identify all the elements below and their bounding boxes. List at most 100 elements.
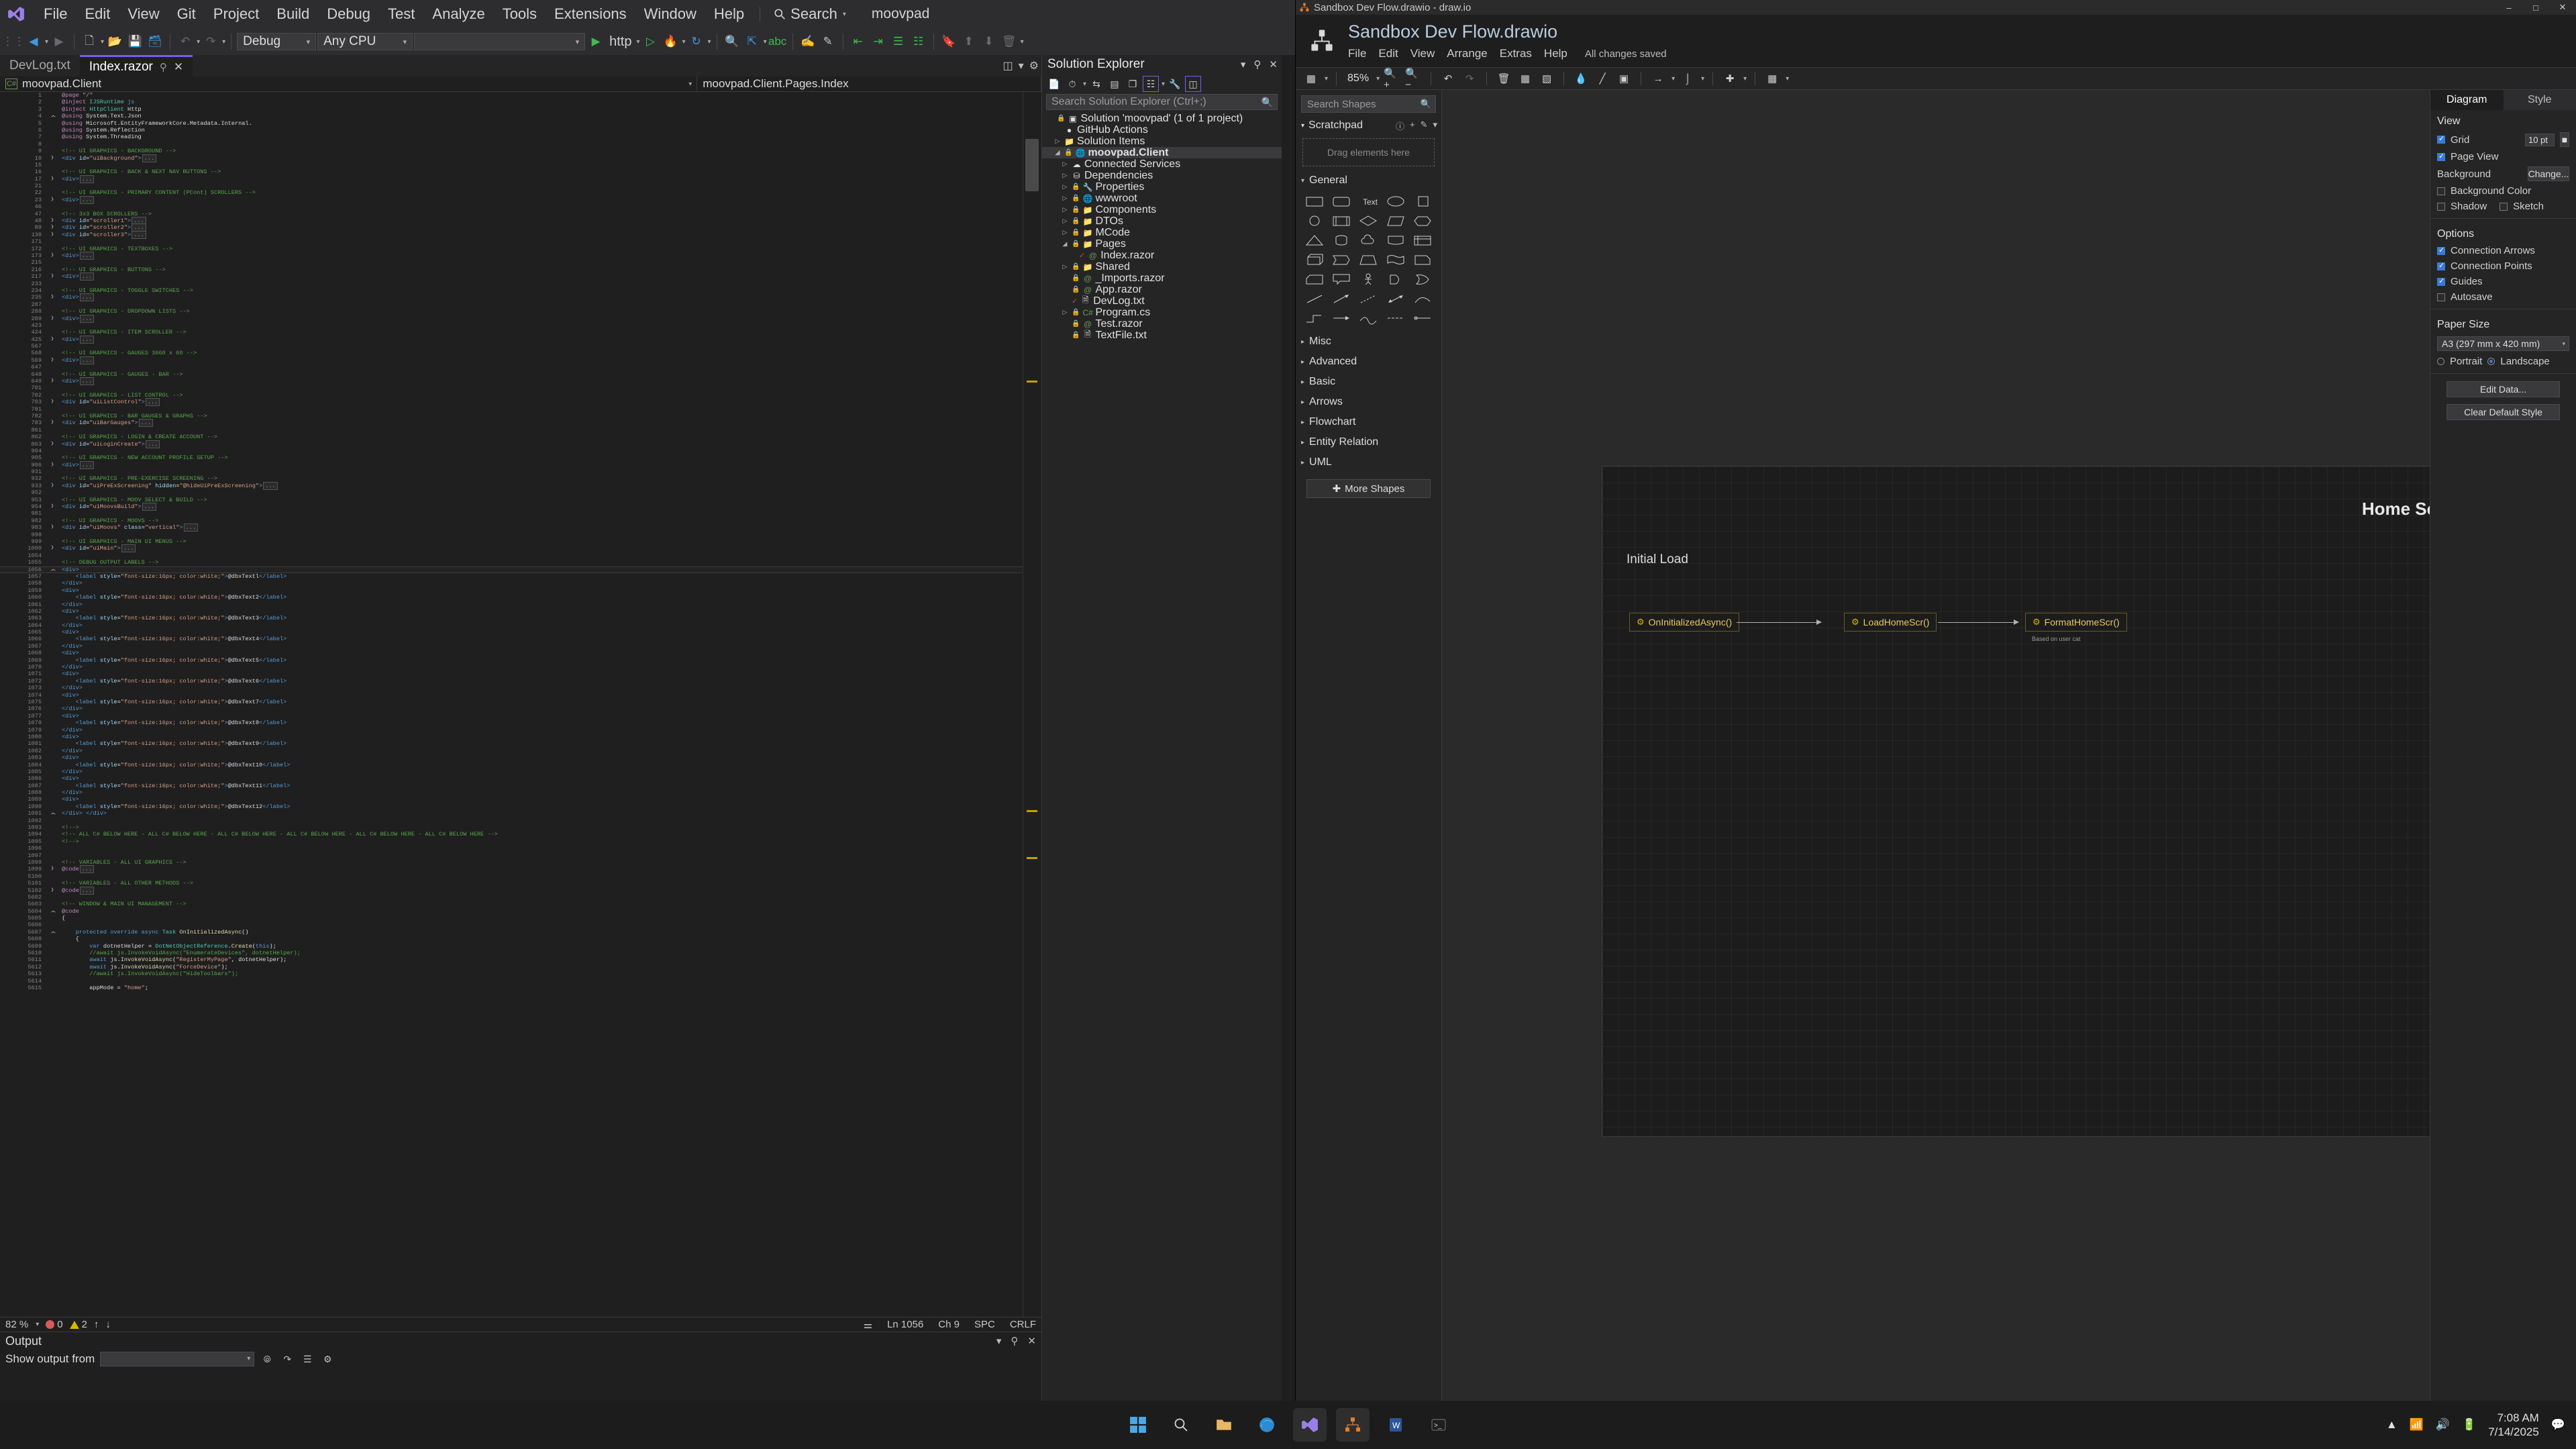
- menu-analyze[interactable]: Analyze: [423, 1, 493, 27]
- code-line[interactable]: 567: [0, 343, 1041, 350]
- code-line[interactable]: 233: [0, 281, 1041, 287]
- tree-item-pages[interactable]: ◢ 🔒 📁 Pages: [1042, 238, 1282, 250]
- code-line[interactable]: 1074 <div>: [0, 692, 1041, 699]
- tree-item-moovpad-client[interactable]: ◢ 🔒 🌐 moovpad.Client: [1042, 147, 1282, 158]
- code-line[interactable]: 4 ❮ @using System.Text.Json: [0, 113, 1041, 119]
- code-line[interactable]: 1093 <!-->: [0, 824, 1041, 831]
- code-line[interactable]: 1083 <div>: [0, 754, 1041, 761]
- code-line[interactable]: 1077 <div>: [0, 713, 1041, 719]
- connection-points-checkbox[interactable]: [2437, 261, 2445, 270]
- comment-icon[interactable]: ✍: [798, 32, 817, 52]
- background-color-checkbox[interactable]: [2437, 187, 2445, 195]
- code-line[interactable]: 89 ❯ <div id="scroller2">...: [0, 223, 1041, 232]
- shape-line-solid[interactable]: [1302, 291, 1326, 307]
- drawio-minimize-button[interactable]: –: [2495, 0, 2522, 15]
- menu-build[interactable]: Build: [268, 1, 318, 27]
- code-line[interactable]: 782 <!-- UI GRAPHICS - BAR GAUGES & GRAPH…: [0, 413, 1041, 419]
- code-line[interactable]: 5611 await js.InvokeVoidAsync("RegisterM…: [0, 956, 1041, 963]
- menu-git[interactable]: Git: [168, 1, 205, 27]
- code-line[interactable]: 5606: [0, 921, 1041, 928]
- launch-profile-chevron-icon[interactable]: ▾: [636, 38, 639, 46]
- code-line[interactable]: 5101 <!-- VARIABLES - ALL OTHER METHODS -…: [0, 880, 1041, 887]
- diagram-node[interactable]: ⚙ LoadHomeScr(): [1844, 613, 1937, 632]
- save-all-icon[interactable]: 🗃: [146, 32, 164, 52]
- shape-hexagon[interactable]: [1411, 213, 1435, 229]
- close-icon[interactable]: ✕: [174, 60, 183, 74]
- shape-section-arrows[interactable]: ▸ Arrows: [1296, 392, 1441, 412]
- output-clear-icon[interactable]: ⦾: [260, 1352, 274, 1366]
- toolbar-overflow-chevron-icon[interactable]: ▾: [1021, 38, 1024, 46]
- code-line[interactable]: 5100: [0, 873, 1041, 880]
- taskbar-edge[interactable]: [1250, 1408, 1284, 1442]
- tray-network-icon[interactable]: 📶: [2410, 1418, 2424, 1432]
- code-editor-surface[interactable]: 1 @page "/" 2 @inject IJSRuntime js 3 @inject…: [0, 92, 1041, 1317]
- solution-explorer-home-icon[interactable]: 📄: [1046, 76, 1062, 92]
- menu-tools[interactable]: Tools: [494, 1, 546, 27]
- shape-connector-5[interactable]: [1411, 310, 1435, 326]
- live-share-icon[interactable]: ⇱: [743, 32, 762, 52]
- tab-options-icon[interactable]: ⚙: [1029, 59, 1039, 72]
- tab-style[interactable]: Style: [2503, 90, 2576, 110]
- code-line[interactable]: 5614: [0, 978, 1041, 985]
- output-settings-icon[interactable]: ⚙: [320, 1352, 335, 1366]
- start-without-debug-icon[interactable]: ▷: [641, 32, 660, 52]
- code-line[interactable]: 1076 </div>: [0, 705, 1041, 712]
- shape-square[interactable]: [1411, 193, 1435, 209]
- hot-reload-icon[interactable]: 🔥: [662, 32, 680, 52]
- shape-circle[interactable]: [1302, 213, 1326, 229]
- edit-data-button[interactable]: Edit Data...: [2446, 381, 2560, 397]
- split-view-icon[interactable]: ◫: [1003, 59, 1013, 72]
- shape-internal-storage[interactable]: [1411, 232, 1435, 248]
- code-line[interactable]: 1080 <div>: [0, 734, 1041, 740]
- code-line[interactable]: 5602: [0, 894, 1041, 901]
- diagram-edge[interactable]: [1938, 619, 2019, 625]
- code-line[interactable]: 863 ❯ <div id="uiLoginCreate">...: [0, 440, 1041, 448]
- tree-expand-icon[interactable]: ▷: [1053, 138, 1062, 145]
- fold-expand-icon[interactable]: ❯: [47, 176, 58, 183]
- drawio-zoom-level[interactable]: 85%: [1345, 72, 1372, 85]
- code-line[interactable]: 1098 <!-- VARIABLES - ALL UI GRAPHICS -->: [0, 859, 1041, 866]
- shape-search-input[interactable]: Search Shapes 🔍: [1301, 95, 1436, 113]
- output-dropdown-icon[interactable]: ▾: [996, 1335, 1002, 1347]
- tree-item-solution-items[interactable]: ▷ 📁 Solution Items: [1042, 136, 1282, 147]
- fold-expand-icon[interactable]: ❯: [47, 217, 58, 224]
- taskbar-file-explorer[interactable]: [1207, 1408, 1241, 1442]
- insert-table-icon[interactable]: ▦: [1763, 70, 1781, 87]
- code-line[interactable]: 701: [0, 385, 1041, 391]
- code-line[interactable]: 1070 </div>: [0, 664, 1041, 670]
- fill-color-icon[interactable]: 💧: [1572, 70, 1590, 87]
- drawio-menu-file[interactable]: File: [1348, 47, 1366, 60]
- zoom-in-icon[interactable]: 🔍+: [1384, 68, 1401, 91]
- indent-icon[interactable]: ⇥: [869, 32, 888, 52]
- code-line[interactable]: 861: [0, 427, 1041, 434]
- solution-config-dropdown[interactable]: Debug ▾: [237, 33, 317, 50]
- page-view-checkbox[interactable]: [2437, 152, 2445, 161]
- code-line[interactable]: 217 ❯ <div>...: [0, 272, 1041, 281]
- code-line[interactable]: 1058 </div>: [0, 580, 1041, 587]
- next-issue-icon[interactable]: ↓: [105, 1319, 111, 1330]
- chevron-down-icon[interactable]: ▾: [1786, 75, 1789, 83]
- diagram-swimlane-label[interactable]: Initial Load: [1627, 552, 1688, 567]
- fold-expand-icon[interactable]: ❯: [47, 224, 58, 231]
- shape-process[interactable]: [1329, 213, 1353, 229]
- solution-explorer-search-icon[interactable]: 🔍: [723, 32, 741, 52]
- code-line[interactable]: 982 <!-- UI GRAPHICS - MOOVS -->: [0, 517, 1041, 524]
- code-line[interactable]: 952: [0, 489, 1041, 496]
- code-line[interactable]: 1094 <!-- ALL C# BELOW HERE - ALL C# BELO…: [0, 831, 1041, 838]
- shape-cube[interactable]: [1302, 252, 1326, 268]
- menu-file[interactable]: File: [35, 1, 76, 27]
- preview-selected-items-icon[interactable]: ◫: [1185, 76, 1202, 92]
- code-line[interactable]: 1096: [0, 845, 1041, 852]
- tab-list-chevron-icon[interactable]: ▾: [1019, 59, 1024, 72]
- shape-parallelogram[interactable]: [1384, 213, 1407, 229]
- taskbar-visual-studio[interactable]: [1292, 1408, 1327, 1442]
- new-project-chevron-icon[interactable]: ▾: [101, 38, 104, 46]
- shape-line-double-arrow[interactable]: [1384, 291, 1407, 307]
- tree-expand-icon[interactable]: ▷: [1061, 263, 1069, 270]
- code-line[interactable]: 5604 ❮ @code: [0, 908, 1041, 915]
- code-line[interactable]: 423: [0, 322, 1041, 329]
- tree-item-textfile-txt[interactable]: 🔒 🗎 TextFile.txt: [1042, 330, 1282, 341]
- menu-edit[interactable]: Edit: [76, 1, 119, 27]
- output-close-icon[interactable]: ✕: [1027, 1335, 1036, 1347]
- prev-bookmark-icon[interactable]: ⬆: [960, 32, 978, 52]
